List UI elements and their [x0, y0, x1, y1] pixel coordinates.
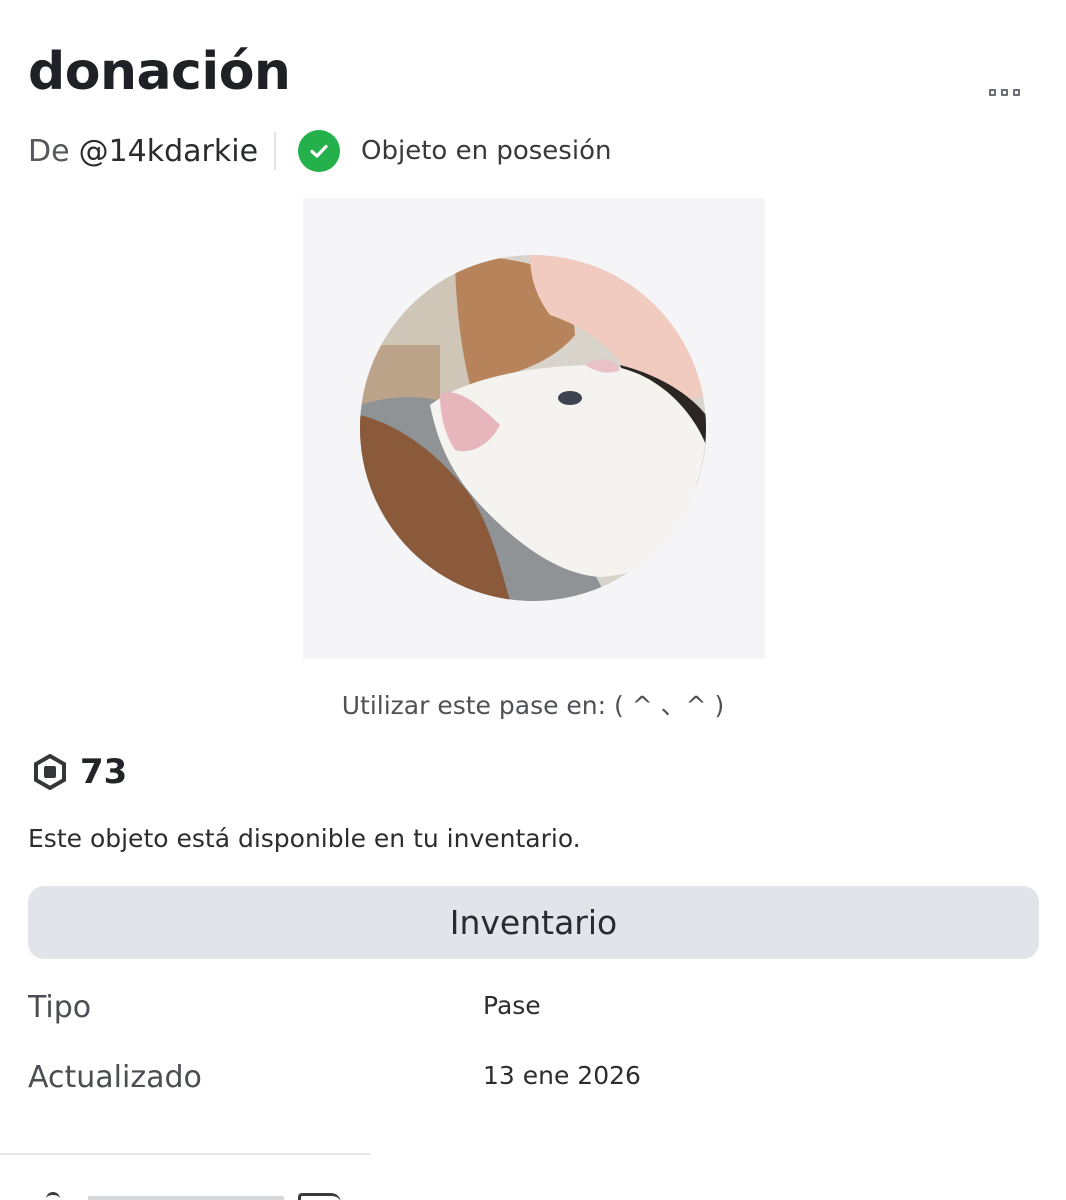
robux-icon [34, 754, 66, 790]
item-thumbnail-frame [303, 198, 765, 659]
tab-label-partial [88, 1196, 284, 1200]
detail-label-updated: Actualizado [28, 1060, 202, 1095]
item-details-page: donación De @14kdarkie Objeto en posesió… [0, 0, 1066, 1200]
item-thumbnail-image [360, 255, 706, 601]
more-options-button[interactable] [978, 78, 1030, 106]
more-options-icon-dot [1000, 88, 1008, 96]
section-divider [0, 1153, 370, 1155]
detail-value-type: Pase [483, 991, 541, 1020]
meta-divider [274, 132, 277, 170]
detail-label-type: Tipo [28, 990, 92, 1025]
availability-text: Este objeto está disponible en tu invent… [28, 824, 581, 853]
item-meta-row: De @14kdarkie Objeto en posesión [28, 130, 611, 172]
creator-link[interactable]: @14kdarkie [79, 134, 258, 169]
creator-prefix: De [28, 133, 70, 169]
item-title: donación [28, 42, 291, 102]
inventory-button[interactable]: Inventario [28, 886, 1039, 959]
bottom-tab-strip[interactable] [30, 1190, 350, 1200]
tab-icon-partial [46, 1192, 60, 1200]
check-circle-icon [298, 130, 341, 172]
price-value: 73 [80, 752, 128, 792]
use-place-text: Utilizar este pase en: ( ^ 、^ ) [341, 691, 725, 720]
more-options-icon-dot [1012, 88, 1020, 96]
tab-icon-partial [298, 1193, 341, 1200]
detail-value-updated: 13 ene 2026 [483, 1061, 641, 1090]
more-options-icon [988, 88, 996, 96]
price-row: 73 [32, 750, 127, 794]
owned-status: Objeto en posesión [361, 136, 612, 166]
